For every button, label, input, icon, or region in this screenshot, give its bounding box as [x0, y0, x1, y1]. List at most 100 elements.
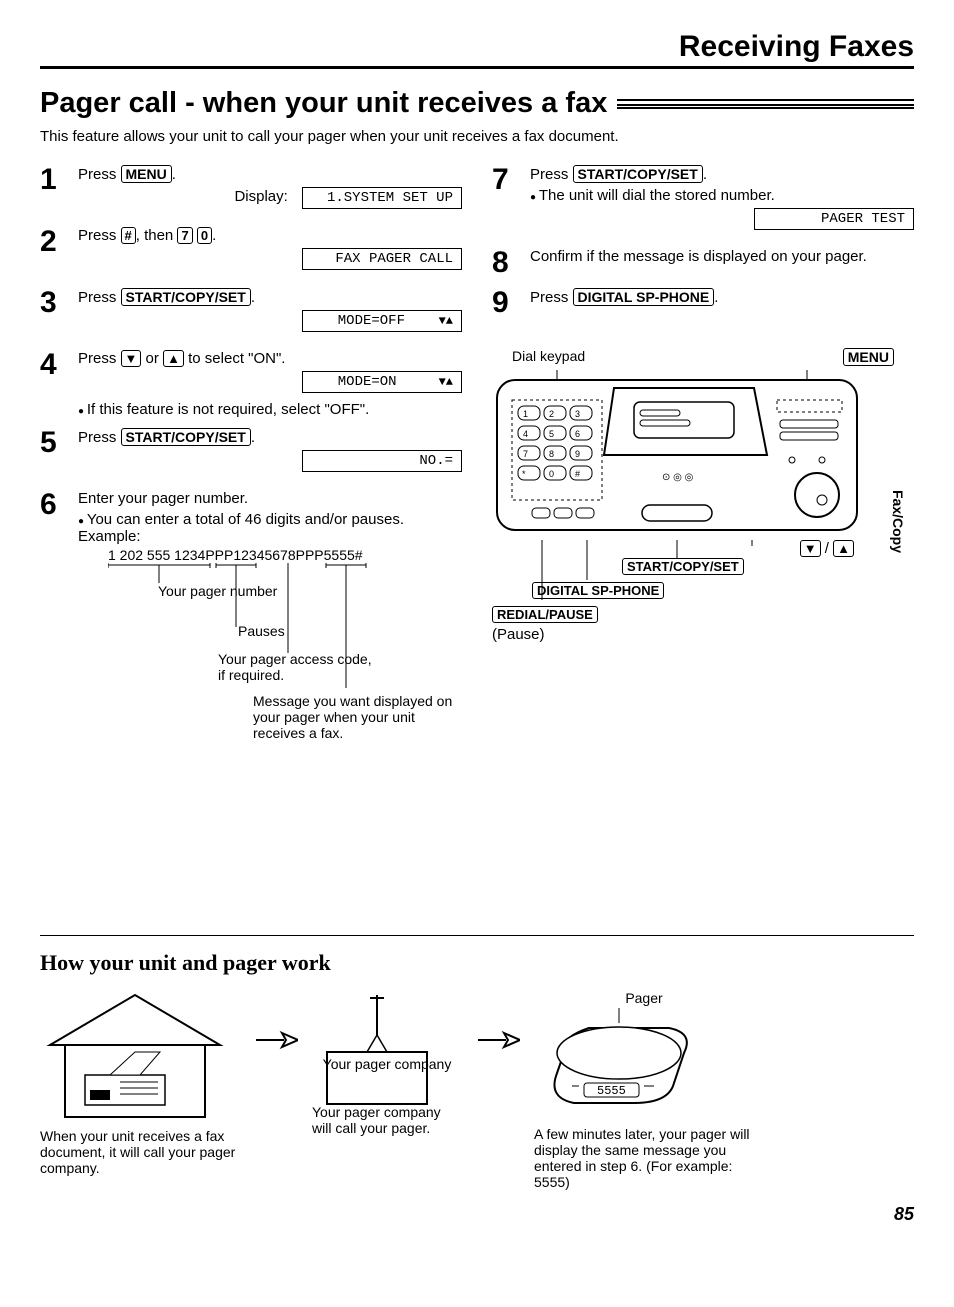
house-fax-illustration — [40, 990, 230, 1120]
example-code: 1 202 555 1234PPP12345678PPP5555# — [108, 547, 462, 563]
company-box-label: Your pager company — [312, 1056, 462, 1072]
step-6: 6 Enter your pager number. You can enter… — [40, 490, 462, 905]
device-illustration: 123 456 789 *0# — [492, 370, 872, 540]
up-key: ▲ — [163, 350, 184, 367]
pager-illustration: 5555 — [534, 1008, 704, 1118]
svg-text:6: 6 — [575, 429, 580, 439]
how-it-works-row: When your unit receives a fax document, … — [40, 990, 914, 1190]
pager-label: Pager — [534, 990, 754, 1006]
seven-key: 7 — [177, 227, 192, 244]
step-text: Press — [530, 166, 573, 183]
display-box: PAGER TEST — [754, 208, 914, 230]
step-note: The unit will dial the stored number. — [530, 187, 914, 204]
step-text: Press — [78, 350, 121, 367]
page-title: Pager call - when your unit receives a f… — [40, 87, 914, 120]
step-text: . — [212, 227, 216, 244]
display-box: FAX PAGER CALL — [302, 248, 462, 270]
start-copy-set-key: START/COPY/SET — [121, 288, 251, 306]
step-text: . — [703, 166, 707, 183]
display-value: MODE=ON — [338, 374, 397, 390]
svg-text:7: 7 — [523, 449, 528, 459]
step-note: You can enter a total of 46 digits and/o… — [78, 511, 462, 545]
down-key-label: ▼ — [800, 540, 821, 557]
digital-sp-phone-key: DIGITAL SP-PHONE — [573, 288, 715, 306]
step-text: Press — [78, 429, 121, 446]
how-cell-unit: When your unit receives a fax document, … — [40, 990, 240, 1176]
step-number: 9 — [492, 288, 520, 318]
svg-text:9: 9 — [575, 449, 580, 459]
hash-key: # — [121, 227, 136, 244]
svg-text:*: * — [522, 469, 526, 479]
svg-text:3: 3 — [575, 409, 580, 419]
step-number: 6 — [40, 490, 68, 905]
redial-pause-label: REDIAL/PAUSE — [492, 606, 598, 623]
up-key-label: ▲ — [833, 540, 854, 557]
start-copy-set-key: START/COPY/SET — [121, 428, 251, 446]
display-box: 1.SYSTEM SET UP — [302, 187, 462, 209]
down-key: ▼ — [121, 350, 142, 367]
menu-key-label: MENU — [843, 348, 894, 366]
section-divider — [40, 935, 914, 936]
step-text: to select "ON". — [184, 350, 286, 367]
step-text: . — [172, 166, 176, 183]
how-caption-1: When your unit receives a fax document, … — [40, 1128, 240, 1176]
page-number: 85 — [40, 1204, 914, 1225]
svg-text:2: 2 — [549, 409, 554, 419]
step-text: or — [141, 350, 163, 367]
chapter-title: Receiving Faxes — [40, 30, 914, 69]
annotation-pager-number: Your pager number — [158, 583, 277, 599]
svg-text:8: 8 — [549, 449, 554, 459]
annotation-pauses: Pauses — [238, 623, 285, 639]
intro-text: This feature allows your unit to call yo… — [40, 128, 914, 145]
svg-text:0: 0 — [549, 469, 554, 479]
step-text: Confirm if the message is displayed on y… — [530, 248, 914, 265]
page-title-text: Pager call - when your unit receives a f… — [40, 87, 607, 120]
step-number: 8 — [492, 248, 520, 278]
pager-display-text: 5555 — [597, 1084, 626, 1098]
slash: / — [821, 540, 834, 557]
left-column: 1 Press MENU. Display: 1.SYSTEM SET UP 2… — [40, 165, 462, 915]
display-box: MODE=OFF ▼▲ — [302, 310, 462, 332]
step-number: 5 — [40, 428, 68, 480]
zero-key: 0 — [197, 227, 212, 244]
svg-text:5: 5 — [549, 429, 554, 439]
pause-note: (Pause) — [492, 626, 545, 643]
menu-key: MENU — [121, 165, 172, 183]
step-5: 5 Press START/COPY/SET. NO.= — [40, 428, 462, 480]
how-caption-3: A few minutes later, your pager will dis… — [534, 1126, 754, 1190]
start-copy-set-label: START/COPY/SET — [622, 558, 744, 575]
right-column: 7 Press START/COPY/SET. The unit will di… — [492, 165, 914, 915]
step-2: 2 Press #, then 7 0. FAX PAGER CALL — [40, 227, 462, 278]
arrow-icons: ▼▲ — [439, 314, 453, 328]
svg-text:⊙ ◎ ◎: ⊙ ◎ ◎ — [662, 472, 694, 483]
title-decoration — [617, 99, 914, 109]
step-4: 4 Press ▼ or ▲ to select "ON". MODE=ON ▼… — [40, 350, 462, 418]
step-text: Press — [530, 289, 573, 306]
step-text: Press — [78, 289, 121, 306]
step-note: If this feature is not required, select … — [78, 401, 462, 418]
step-text: . — [251, 429, 255, 446]
step-9: 9 Press DIGITAL SP-PHONE. — [492, 288, 914, 318]
display-label: Display: — [234, 188, 287, 205]
device-diagram-block: Dial keypad MENU 123 456 789 *0# — [492, 348, 914, 720]
pager-company-illustration — [312, 990, 442, 1120]
step-text: . — [251, 289, 255, 306]
step-8: 8 Confirm if the message is displayed on… — [492, 248, 914, 278]
svg-text:1: 1 — [523, 409, 528, 419]
annotation-access-code: Your pager access code, if required. — [218, 651, 378, 683]
display-box: NO.= — [302, 450, 462, 472]
step-number: 7 — [492, 165, 520, 238]
step-7: 7 Press START/COPY/SET. The unit will di… — [492, 165, 914, 238]
step-text: Press — [78, 227, 121, 244]
display-box: MODE=ON ▼▲ — [302, 371, 462, 393]
how-cell-pager: Pager 5555 A few minutes later, your pag… — [534, 990, 754, 1190]
step-number: 2 — [40, 227, 68, 278]
start-copy-set-key: START/COPY/SET — [573, 165, 703, 183]
how-section-title: How your unit and pager work — [40, 950, 914, 976]
display-value: MODE=OFF — [338, 313, 405, 329]
arrow-icons: ▼▲ — [439, 375, 453, 389]
step-3: 3 Press START/COPY/SET. MODE=OFF ▼▲ — [40, 288, 462, 340]
arrow-icon — [254, 1030, 298, 1050]
step-text: . — [714, 289, 718, 306]
digital-sp-phone-label: DIGITAL SP-PHONE — [532, 582, 664, 599]
